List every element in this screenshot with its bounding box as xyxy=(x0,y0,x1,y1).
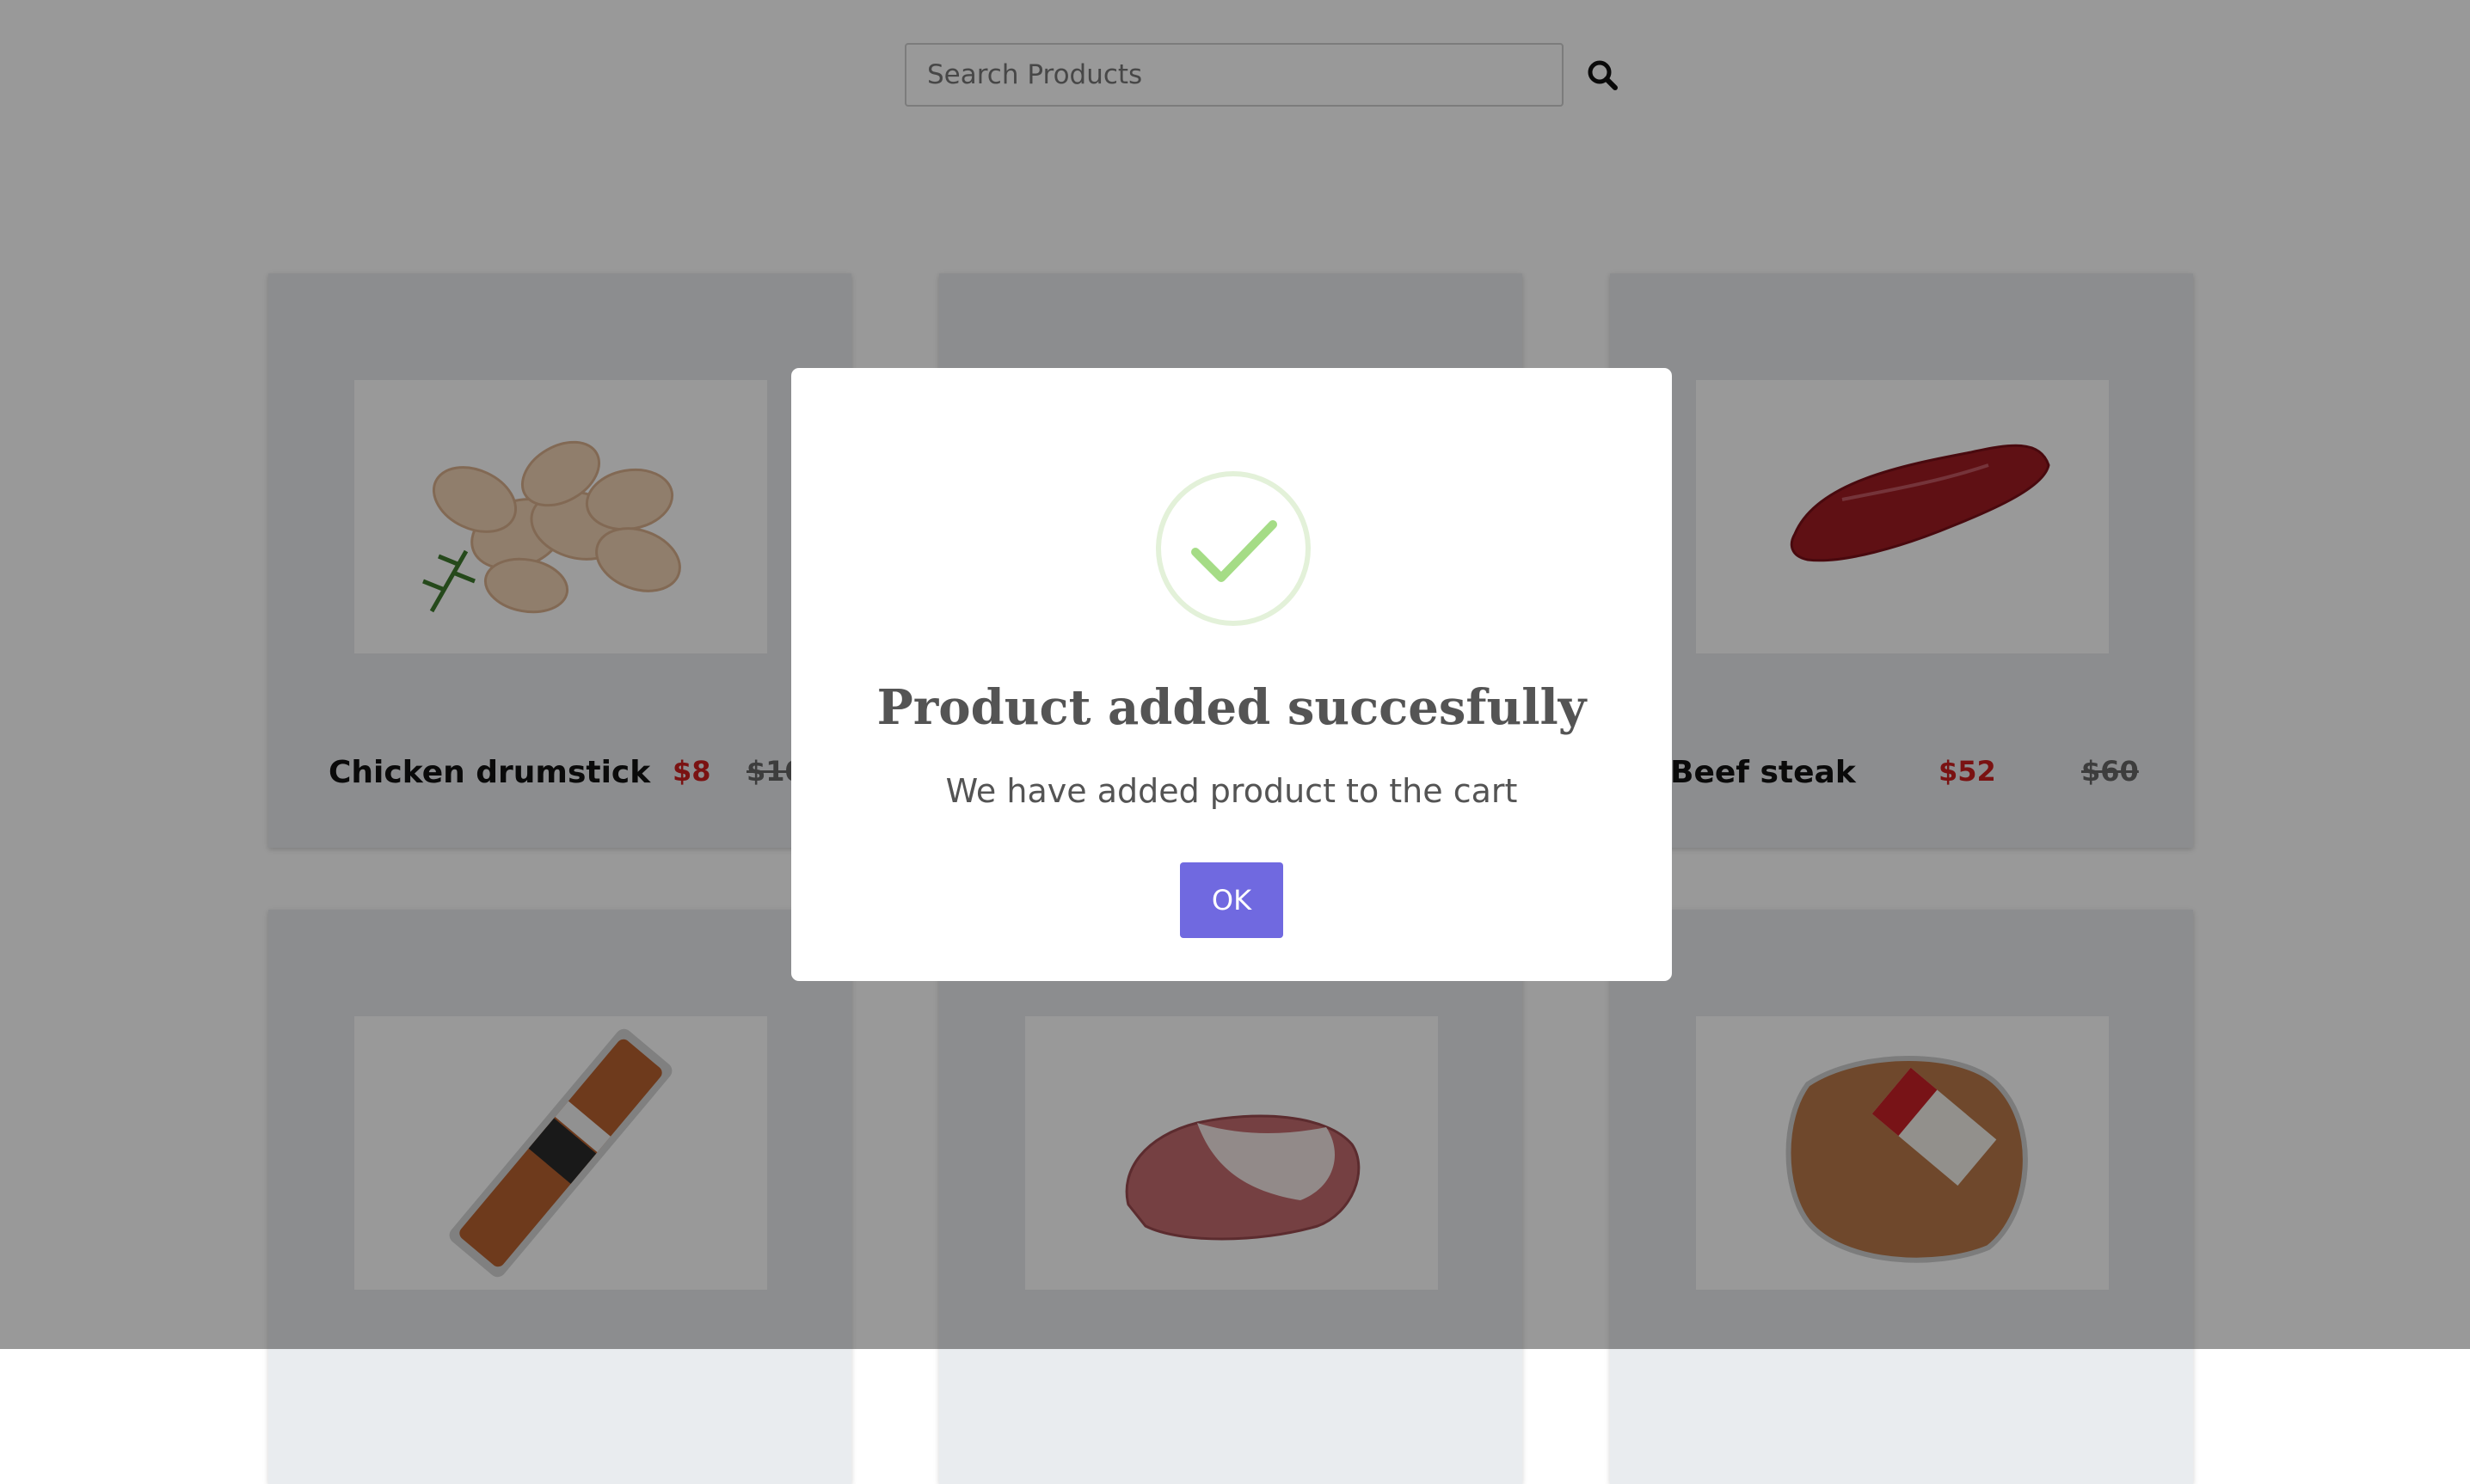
dialog-title: Product added succesfully xyxy=(876,679,1587,736)
dialog-message: We have added product to the cart xyxy=(945,772,1518,810)
success-check-icon xyxy=(1156,471,1311,626)
success-dialog: Product added succesfully We have added … xyxy=(791,368,1672,981)
ok-button[interactable]: OK xyxy=(1180,862,1283,938)
product-page: Chicken drumstick $8 $10 Beef steak $52 … xyxy=(0,0,2470,1484)
